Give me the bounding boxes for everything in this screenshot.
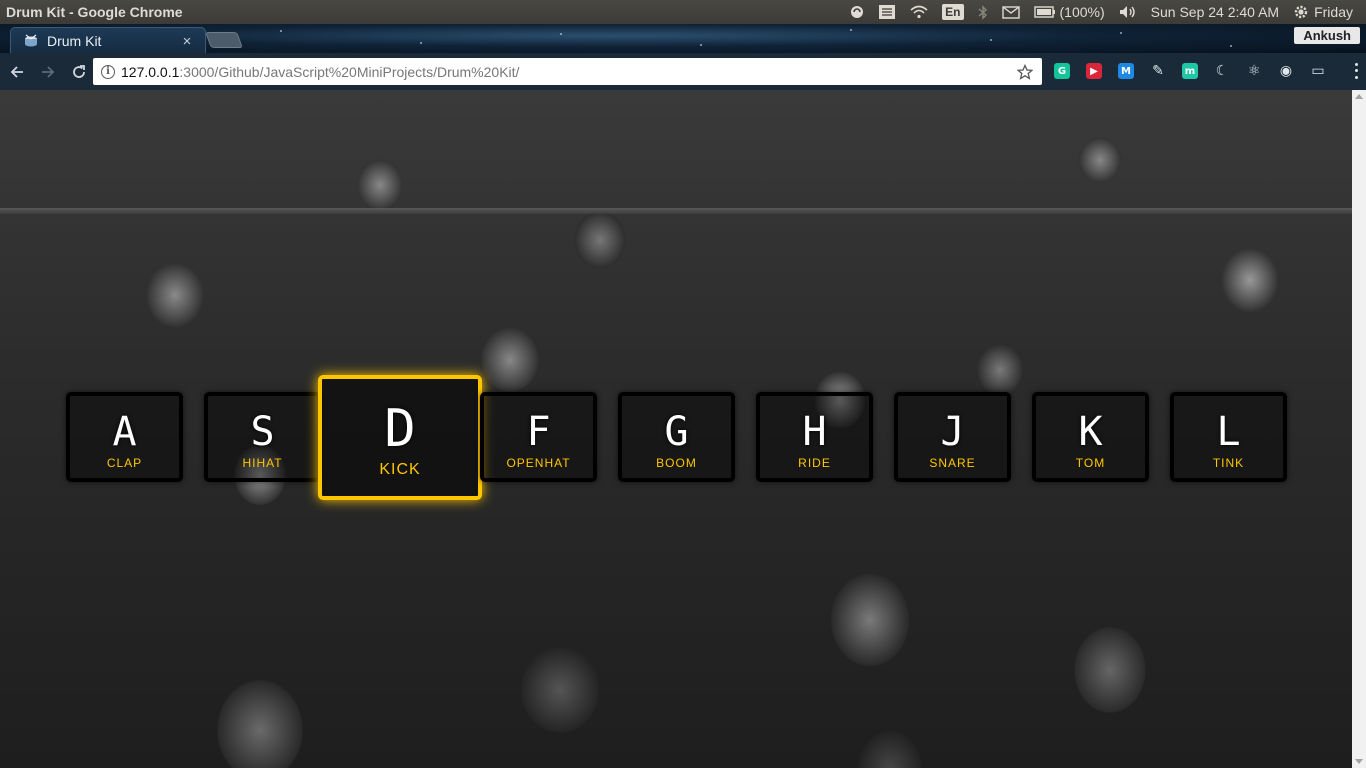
site-info-icon[interactable]: i [101, 64, 115, 79]
drum-key-k[interactable]: Ktom [1032, 392, 1149, 482]
sound-label: clap [106, 456, 143, 470]
battery-indicator[interactable]: (100%) [1027, 0, 1112, 24]
sound-label: openhat [506, 456, 571, 470]
address-bar[interactable]: i 127.0.0.1:3000/Github/JavaScript%20Min… [93, 58, 1042, 85]
grammarly-icon[interactable]: G [1046, 59, 1078, 83]
drum-keys: Aclap Shihat Dkick Fopenhat Gboom Hride Jsnare… [0, 90, 1352, 768]
window-title: Drum Kit - Google Chrome [6, 4, 183, 20]
m-square-icon[interactable]: M [1110, 59, 1142, 83]
react-icon[interactable]: ⚛ [1238, 59, 1270, 83]
m-circle-icon-glyph: m [1182, 63, 1198, 79]
drum-key-l[interactable]: Ltink [1170, 392, 1287, 482]
keyboard-language-indicator[interactable]: En [935, 0, 970, 24]
tab-title: Drum Kit [47, 33, 102, 49]
m-circle-icon[interactable]: m [1174, 59, 1206, 83]
sound-label: tink [1212, 456, 1245, 470]
gear-icon [1294, 5, 1308, 19]
sound-label: snare [929, 456, 976, 470]
evernote-icon[interactable]: ✎ [1142, 59, 1174, 83]
url-host: 127.0.0.1 [121, 63, 180, 80]
language-badge: En [942, 4, 964, 20]
extensions-bar: G ▶ M ✎ m ☾ ⚛ ◉ ▭ [1046, 59, 1334, 83]
sound-label: ride [798, 456, 831, 470]
window-icon-glyph: ▭ [1311, 63, 1325, 79]
bookmark-star-icon[interactable] [1014, 63, 1036, 80]
evernote-icon-glyph: ✎ [1152, 63, 1164, 79]
key-letter: K [1078, 409, 1103, 455]
os-top-panel: Drum Kit - Google Chrome En (100%) Sun S… [0, 0, 1366, 24]
mail-icon[interactable] [995, 0, 1027, 24]
drum-key-f[interactable]: Fopenhat [480, 392, 597, 482]
drum-key-g[interactable]: Gboom [618, 392, 735, 482]
volume-icon[interactable] [1112, 0, 1144, 24]
sound-label: boom [656, 456, 697, 470]
profile-button[interactable]: Ankush [1294, 27, 1360, 44]
back-arrow-icon [10, 65, 23, 78]
drum-key-a[interactable]: Aclap [66, 392, 183, 482]
reload-icon [73, 64, 85, 78]
key-letter: H [802, 409, 827, 455]
battery-icon [1033, 6, 1055, 18]
key-letter: A [112, 409, 137, 455]
browser-toolbar: i 127.0.0.1:3000/Github/JavaScript%20Min… [0, 53, 1366, 90]
key-letter: S [250, 409, 275, 455]
camera-icon-glyph: ◉ [1279, 63, 1293, 79]
m-square-icon-glyph: M [1118, 63, 1134, 79]
chrome-menu-icon[interactable] [1350, 61, 1362, 81]
drum-key-s[interactable]: Shihat [204, 392, 321, 482]
drum-favicon-icon [25, 34, 37, 47]
scroll-up-icon[interactable] [1355, 94, 1363, 99]
key-letter: F [526, 409, 551, 455]
forward-arrow-icon [42, 65, 55, 78]
forward-button[interactable] [34, 58, 62, 86]
tab-close-icon[interactable]: × [179, 33, 195, 50]
drum-key-j[interactable]: Jsnare [894, 392, 1011, 482]
react-icon-glyph: ⚛ [1247, 63, 1261, 79]
reload-button[interactable] [65, 58, 93, 86]
sync-icon[interactable] [843, 0, 871, 24]
clock[interactable]: Sun Sep 24 2:40 AM [1144, 0, 1286, 24]
window-icon[interactable]: ▭ [1302, 59, 1334, 83]
session-menu[interactable]: Friday [1286, 0, 1360, 24]
page-scrollbar[interactable] [1352, 90, 1366, 768]
drum-kit-page: Aclap Shihat Dkick Fopenhat Gboom Hride Jsnare… [0, 90, 1352, 768]
sound-label: kick [379, 461, 421, 478]
new-tab-button[interactable] [205, 32, 243, 48]
os-indicators: En (100%) Sun Sep 24 2:40 AM Friday [843, 0, 1366, 24]
sound-label: tom [1075, 456, 1106, 470]
key-letter: L [1216, 409, 1241, 455]
moon-icon-glyph: ☾ [1215, 63, 1229, 79]
moon-icon[interactable]: ☾ [1206, 59, 1238, 83]
camera-icon[interactable]: ◉ [1270, 59, 1302, 83]
url-path: :3000/Github/JavaScript%20MiniProjects/D… [179, 63, 520, 80]
key-letter: G [664, 409, 689, 455]
key-letter: J [940, 409, 965, 455]
wifi-icon[interactable] [903, 0, 935, 24]
key-letter: D [384, 399, 416, 459]
battery-percentage: (100%) [1059, 4, 1105, 20]
drum-key-d[interactable]: Dkick [318, 375, 482, 500]
grammarly-icon-glyph: G [1054, 63, 1070, 79]
url-text: 127.0.0.1:3000/Github/JavaScript%20MiniP… [121, 64, 1014, 80]
back-button[interactable] [3, 58, 31, 86]
drum-key-h[interactable]: Hride [756, 392, 873, 482]
scroll-down-icon[interactable] [1355, 759, 1363, 764]
sound-label: hihat [242, 456, 283, 470]
tab-strip: Drum Kit × Ankush [0, 24, 1366, 53]
session-day-label: Friday [1314, 4, 1353, 20]
pocket-style-icon-glyph: ▶ [1086, 63, 1102, 79]
tab-drum-kit[interactable]: Drum Kit × [10, 27, 206, 53]
notes-icon[interactable] [871, 0, 903, 24]
bluetooth-icon[interactable] [971, 0, 995, 24]
pocket-style-icon[interactable]: ▶ [1078, 59, 1110, 83]
